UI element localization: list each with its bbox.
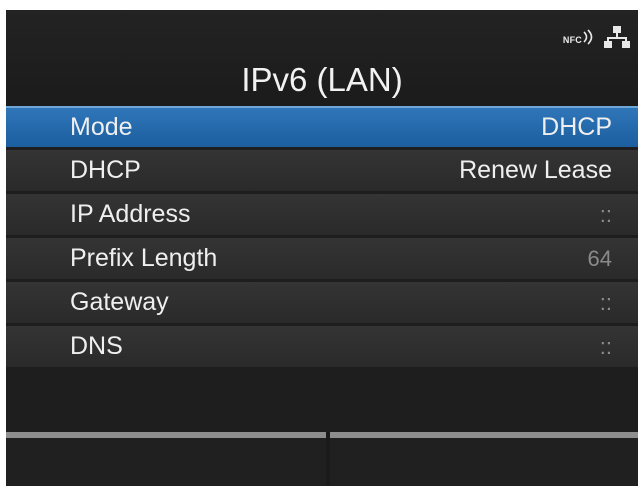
softkey-left-button[interactable]	[6, 438, 326, 486]
menu-item-label: IP Address	[70, 200, 191, 228]
menu-item-label: Prefix Length	[70, 244, 218, 272]
nfc-icon: NFC	[563, 27, 596, 47]
softkey-right-button[interactable]	[330, 438, 638, 486]
menu-item-value: 64	[587, 246, 612, 271]
menu-item-label: DNS	[70, 332, 123, 360]
menu-item-value: ::	[599, 202, 612, 227]
device-screen: NFC IPv6 (LAN) Mode DHCP DHCP Renew Leas…	[6, 10, 638, 486]
menu-item-value: ::	[599, 290, 612, 315]
menu-item-mode[interactable]: Mode DHCP	[6, 106, 638, 147]
nfc-wave-icon	[583, 29, 593, 45]
menu-item-dns[interactable]: DNS ::	[6, 326, 638, 367]
softkey-bar	[6, 432, 638, 486]
menu-item-gateway[interactable]: Gateway ::	[6, 282, 638, 323]
page-title: IPv6 (LAN)	[241, 61, 403, 98]
menu-item-value: ::	[599, 334, 612, 359]
menu-item-value: DHCP	[541, 113, 612, 141]
network-lan-icon	[604, 26, 630, 48]
menu-item-label: DHCP	[70, 156, 141, 184]
menu-item-label: Mode	[70, 113, 133, 141]
menu-item-label: Gateway	[70, 288, 169, 316]
menu-item-dhcp[interactable]: DHCP Renew Lease	[6, 150, 638, 191]
title-bar: NFC IPv6 (LAN)	[6, 10, 638, 106]
settings-menu: Mode DHCP DHCP Renew Lease IP Address ::…	[6, 106, 638, 370]
menu-item-prefix-length[interactable]: Prefix Length 64	[6, 238, 638, 279]
status-icons: NFC	[563, 24, 630, 50]
menu-item-value: Renew Lease	[459, 156, 612, 184]
menu-item-ip-address[interactable]: IP Address ::	[6, 194, 638, 235]
nfc-label: NFC	[562, 35, 582, 45]
